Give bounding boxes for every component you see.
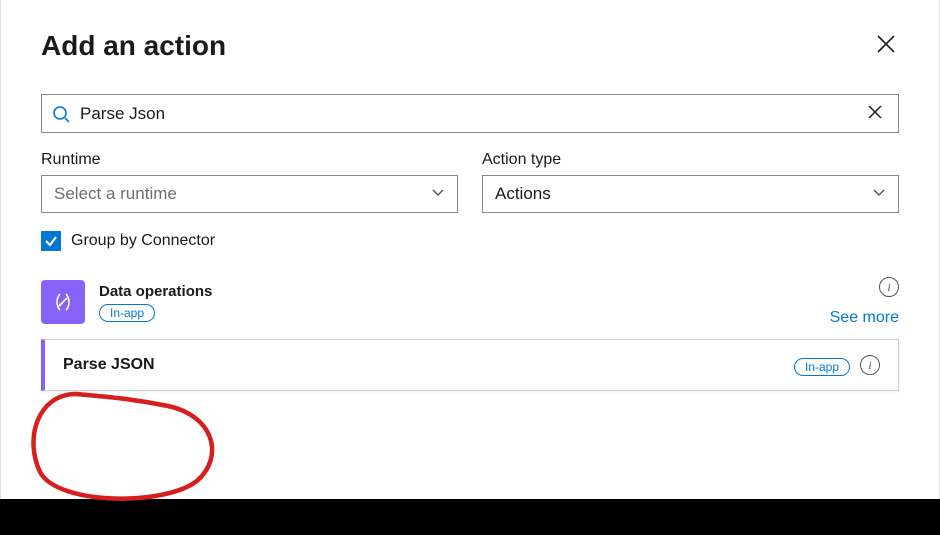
action-type-value: Actions (495, 184, 551, 204)
panel-header: Add an action (41, 30, 899, 62)
action-type-label: Action type (482, 151, 899, 169)
clear-icon (868, 105, 882, 119)
connector-name: Data operations (99, 283, 816, 300)
clear-search-button[interactable] (862, 101, 888, 126)
bottom-black-bar (0, 499, 940, 535)
action-info-button[interactable]: i (860, 355, 880, 375)
connector-header: Data operations In-app i See more (41, 277, 899, 327)
connector-meta: Data operations In-app (99, 283, 816, 322)
connector-info-button[interactable]: i (879, 277, 899, 297)
group-by-connector-row: Group by Connector (41, 231, 899, 251)
action-right-meta: In-app i (794, 354, 880, 376)
action-badge: In-app (794, 358, 850, 376)
runtime-filter-group: Runtime Select a runtime (41, 151, 458, 213)
search-icon (52, 105, 70, 123)
close-button[interactable] (873, 31, 899, 61)
action-name: Parse JSON (63, 356, 155, 374)
action-type-filter-group: Action type Actions (482, 151, 899, 213)
connector-right-meta: i See more (830, 277, 899, 327)
connector-badge: In-app (99, 304, 155, 322)
add-action-panel: Add an action Runtime Select a runtime A… (0, 0, 940, 535)
close-icon (877, 35, 895, 53)
chevron-down-icon (872, 185, 886, 204)
search-input[interactable] (80, 104, 862, 124)
search-field[interactable] (41, 94, 899, 133)
runtime-select[interactable]: Select a runtime (41, 175, 458, 213)
group-by-connector-checkbox[interactable] (41, 231, 61, 251)
group-by-connector-label: Group by Connector (71, 232, 215, 250)
page-title: Add an action (41, 30, 226, 62)
runtime-placeholder: Select a runtime (54, 184, 177, 204)
see-more-link[interactable]: See more (830, 309, 899, 327)
action-parse-json[interactable]: Parse JSON In-app i (41, 339, 899, 391)
action-type-select[interactable]: Actions (482, 175, 899, 213)
data-operations-icon (41, 280, 85, 324)
runtime-label: Runtime (41, 151, 458, 169)
check-icon (44, 234, 58, 248)
chevron-down-icon (431, 185, 445, 204)
filter-row: Runtime Select a runtime Action type Act… (41, 151, 899, 213)
